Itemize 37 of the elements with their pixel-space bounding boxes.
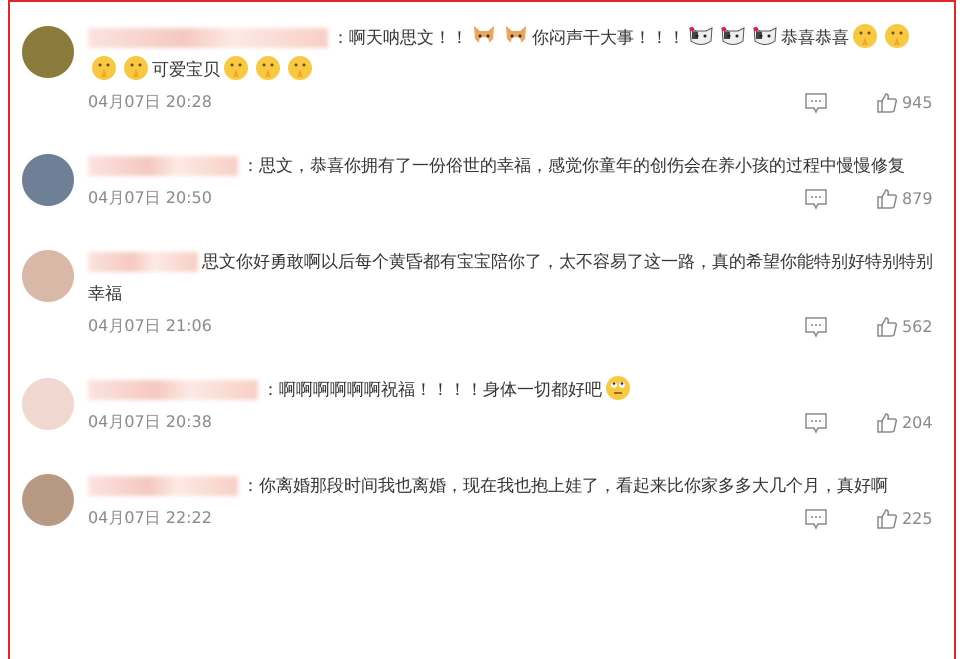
avatar[interactable]	[22, 250, 74, 302]
praying-face-emoji-icon	[223, 55, 249, 81]
like-count: 879	[902, 189, 934, 208]
like-count: 945	[902, 93, 934, 112]
comment-icon[interactable]	[804, 316, 828, 338]
comment-text: ：你离婚那段时间我也离婚，现在我也抱上娃了，看起来比你家多多大几个月，真好啊	[88, 470, 936, 502]
comment-text: ：思文，恭喜你拥有了一份俗世的幸福，感觉你童年的创伤会在养小孩的过程中慢慢修复	[88, 150, 936, 182]
comment-text: 思文你好勇敢啊以后每个黄昏都有宝宝陪你了，太不容易了这一路，真的希望你能特别好特别特别幸福	[88, 251, 934, 306]
avatar[interactable]	[22, 154, 74, 206]
avatar[interactable]	[22, 474, 74, 526]
eyeroll-emoji-icon	[605, 375, 631, 401]
avatar[interactable]	[22, 26, 74, 78]
thumbs-up-icon[interactable]	[876, 508, 898, 530]
comment-time: 04月07日 20:28	[88, 92, 213, 113]
like-count: 204	[902, 413, 934, 432]
comment-icon[interactable]	[804, 188, 828, 210]
thumbs-up-icon[interactable]	[876, 188, 898, 210]
comment-time: 04月07日 21:06	[88, 316, 213, 337]
praying-face-emoji-icon	[287, 55, 313, 81]
comment-time: 04月07日 22:22	[88, 508, 213, 529]
like-count: 562	[902, 317, 934, 336]
like-count: 225	[902, 509, 934, 528]
praying-face-emoji-icon	[884, 23, 910, 49]
praying-face-emoji-icon	[123, 55, 149, 81]
comment-icon[interactable]	[804, 92, 828, 114]
comment-icon[interactable]	[804, 412, 828, 434]
praying-face-emoji-icon	[91, 55, 117, 81]
comment-text: ：啊天呐思文！！ 你闷声干大事！！！ 恭喜恭喜 可爱宝贝	[88, 22, 936, 86]
thumbs-up-icon[interactable]	[876, 92, 898, 114]
thumbs-up-icon[interactable]	[876, 412, 898, 434]
thumbs-up-icon[interactable]	[876, 316, 898, 338]
comment-text: ：啊啊啊啊啊啊祝福！！！！身体一切都好吧	[88, 374, 936, 406]
praying-face-emoji-icon	[255, 55, 281, 81]
praying-face-emoji-icon	[852, 23, 878, 49]
comment-time: 04月07日 20:38	[88, 412, 213, 433]
comment-icon[interactable]	[804, 508, 828, 530]
comment-time: 04月07日 20:50	[88, 188, 213, 209]
